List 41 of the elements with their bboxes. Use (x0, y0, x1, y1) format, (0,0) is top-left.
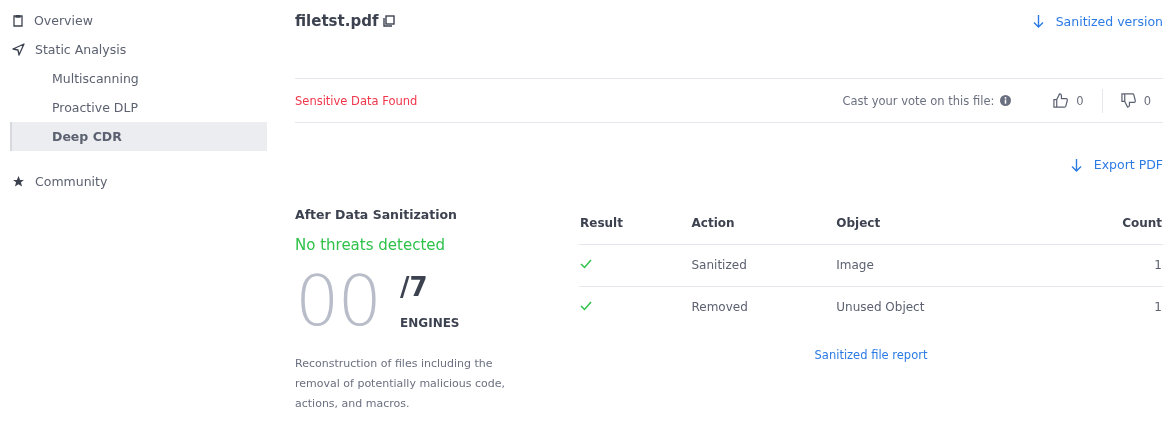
report-link[interactable]: Sanitized file report (814, 348, 928, 362)
sidebar-item[interactable]: Multiscanning (10, 64, 267, 93)
star-icon (12, 175, 25, 188)
status-label: Sensitive Data Found (295, 93, 418, 108)
vote-prompt: Cast your vote on this file: (842, 93, 995, 108)
upvote-button[interactable]: 0 (1041, 93, 1096, 108)
thumbs-up-icon (1053, 93, 1069, 108)
section-title: After Data Sanitization (295, 207, 458, 222)
table-cell: Removed (690, 286, 836, 328)
sidebar-item[interactable]: Static Analysis (10, 35, 267, 64)
column-header: Count (1059, 202, 1163, 244)
engines-label: ENGINES (400, 316, 460, 330)
info-icon (1000, 95, 1012, 106)
description-text: Reconstruction of files including the removal of potentially malicious code, actions, and macros. (295, 356, 506, 412)
table-cell: 1 (1059, 286, 1163, 328)
export-pdf-link[interactable]: Export PDF (1070, 157, 1163, 172)
downvote-button[interactable]: 0 (1108, 93, 1163, 108)
sidebar-item[interactable]: Deep CDR (10, 122, 267, 151)
check-icon (580, 301, 592, 312)
table-cell: 1 (1059, 244, 1163, 286)
table-cell: Unused Object (835, 286, 1060, 328)
thumbs-down-icon (1120, 93, 1136, 108)
sanitized-version-link[interactable]: Sanitized version (1032, 13, 1163, 29)
sidebar-item[interactable]: Proactive DLP (10, 93, 267, 122)
verdict-text: No threats detected (295, 236, 446, 254)
table-cell: Sanitized (690, 244, 836, 286)
threat-score: 00 (295, 266, 381, 336)
table-cell: Image (835, 244, 1060, 286)
file-name: filetst.pdf (295, 12, 379, 30)
sidebar-item[interactable]: Overview (10, 6, 267, 35)
check-icon (580, 259, 592, 269)
download-icon (1070, 157, 1082, 172)
column-header: Result (579, 202, 691, 244)
clipboard-icon (12, 14, 24, 27)
column-header: Action (690, 202, 836, 244)
download-icon (1032, 14, 1044, 28)
engine-total: /7 (400, 272, 429, 302)
send-icon (12, 43, 25, 56)
copy-icon[interactable] (383, 15, 396, 27)
sidebar-item[interactable]: Community (10, 167, 267, 196)
column-header: Object (835, 202, 1060, 244)
